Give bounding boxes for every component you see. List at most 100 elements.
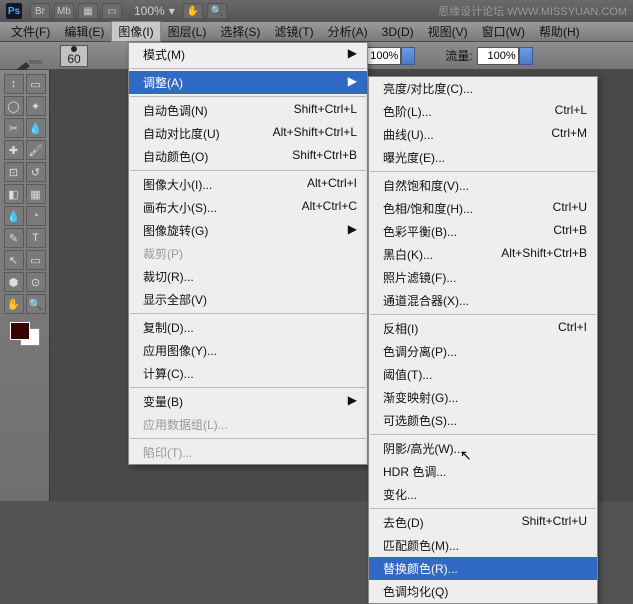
camera-tool[interactable]: ⊙ — [26, 272, 46, 292]
pen-tool[interactable]: ✎ — [4, 228, 24, 248]
menu-item[interactable]: 黑白(K)...Alt+Shift+Ctrl+B — [369, 243, 597, 266]
menu-item[interactable]: 匹配颜色(M)... — [369, 534, 597, 557]
menu-edit[interactable]: 编辑(E) — [57, 21, 111, 42]
menu-separator — [130, 387, 366, 388]
menu-window[interactable]: 窗口(W) — [475, 21, 532, 42]
menu-item-label: 色调分离(P)... — [383, 343, 457, 360]
zoom-dropdown-icon[interactable]: ▾ — [169, 4, 175, 18]
menu-item[interactable]: 照片滤镜(F)... — [369, 266, 597, 289]
menu-3d[interactable]: 3D(D) — [375, 23, 421, 41]
menu-item[interactable]: 调整(A)▶ — [129, 71, 367, 94]
menu-item-label: 自动对比度(U) — [143, 125, 220, 142]
submenu-arrow-icon: ▶ — [348, 74, 357, 91]
menu-item[interactable]: 色阶(L)...Ctrl+L — [369, 100, 597, 123]
type-tool[interactable]: T — [26, 228, 46, 248]
menu-item[interactable]: 显示全部(V) — [129, 288, 367, 311]
menu-item[interactable]: 曝光度(E)... — [369, 146, 597, 169]
menu-item[interactable]: 阈值(T)... — [369, 363, 597, 386]
menu-item[interactable]: 色相/饱和度(H)...Ctrl+U — [369, 197, 597, 220]
brush-preset-picker[interactable]: 60 — [60, 45, 88, 67]
menu-item[interactable]: 变量(B)▶ — [129, 390, 367, 413]
menu-image[interactable]: 图像(I) — [111, 21, 160, 42]
menu-shortcut: Shift+Ctrl+U — [522, 514, 587, 531]
menu-item[interactable]: 阴影/高光(W)... — [369, 437, 597, 460]
menu-item[interactable]: 渐变映射(G)... — [369, 386, 597, 409]
blur-tool[interactable]: 💧 — [4, 206, 24, 226]
menu-item: 裁剪(P) — [129, 242, 367, 265]
stamp-tool[interactable]: ⊡ — [4, 162, 24, 182]
menu-item[interactable]: 自然饱和度(V)... — [369, 174, 597, 197]
menu-item[interactable]: 裁切(R)... — [129, 265, 367, 288]
foreground-color[interactable] — [10, 322, 30, 340]
menu-item[interactable]: HDR 色调... — [369, 460, 597, 483]
menu-item-label: 反相(I) — [383, 320, 418, 337]
menu-item[interactable]: 画布大小(S)...Alt+Ctrl+C — [129, 196, 367, 219]
menu-item-label: 可选颜色(S)... — [383, 412, 457, 429]
wand-tool[interactable]: ✦ — [26, 96, 46, 116]
eyedropper-tool[interactable]: 💧 — [26, 118, 46, 138]
menu-file[interactable]: 文件(F) — [4, 21, 57, 42]
opacity-slider-icon[interactable] — [401, 47, 415, 65]
menu-item-label: 显示全部(V) — [143, 291, 207, 308]
minibridge-button[interactable]: Mb — [54, 3, 74, 19]
menu-item-label: 应用数据组(L)... — [143, 416, 228, 433]
flow-input[interactable] — [477, 47, 519, 65]
menu-select[interactable]: 选择(S) — [213, 21, 267, 42]
path-tool[interactable]: ↖ — [4, 250, 24, 270]
brush-tool[interactable]: 🖌 — [26, 140, 46, 160]
flow-slider-icon[interactable] — [519, 47, 533, 65]
dodge-tool[interactable]: ◔ — [26, 206, 46, 226]
menu-item: 陷印(T)... — [129, 441, 367, 464]
eraser-tool[interactable]: ◧ — [4, 184, 24, 204]
menu-item[interactable]: 计算(C)... — [129, 362, 367, 385]
menu-item[interactable]: 曲线(U)...Ctrl+M — [369, 123, 597, 146]
hand-tool[interactable]: ✋ — [4, 294, 24, 314]
menu-item-label: 阈值(T)... — [383, 366, 432, 383]
color-swatch[interactable] — [10, 322, 40, 346]
menu-item[interactable]: 自动对比度(U)Alt+Shift+Ctrl+L — [129, 122, 367, 145]
menu-item[interactable]: 图像旋转(G)▶ — [129, 219, 367, 242]
menu-shortcut: Ctrl+B — [553, 223, 587, 240]
view-extras-button[interactable]: ▦ — [78, 3, 98, 19]
menu-item-label: 应用图像(Y)... — [143, 342, 217, 359]
menu-view[interactable]: 视图(V) — [421, 21, 475, 42]
menu-item[interactable]: 替换颜色(R)... — [369, 557, 597, 580]
menu-item[interactable]: 自动色调(N)Shift+Ctrl+L — [129, 99, 367, 122]
arrange-button[interactable]: ▭ — [102, 3, 122, 19]
crop-tool[interactable]: ✂ — [4, 118, 24, 138]
zoom-tool[interactable]: 🔍 — [26, 294, 46, 314]
zoom-level[interactable]: 100% — [134, 4, 165, 18]
menu-help[interactable]: 帮助(H) — [532, 21, 587, 42]
hand-tool-button[interactable]: ✋ — [183, 3, 203, 19]
menu-item[interactable]: 变化... — [369, 483, 597, 506]
gradient-tool[interactable]: ▦ — [26, 184, 46, 204]
menu-filter[interactable]: 滤镜(T) — [267, 21, 320, 42]
menu-item[interactable]: 色调均化(Q) — [369, 580, 597, 603]
submenu-arrow-icon: ▶ — [348, 222, 357, 239]
healing-tool[interactable]: ✚ — [4, 140, 24, 160]
menu-item[interactable]: 图像大小(I)...Alt+Ctrl+I — [129, 173, 367, 196]
menu-item[interactable]: 应用图像(Y)... — [129, 339, 367, 362]
bridge-button[interactable]: Br — [30, 3, 50, 19]
lasso-tool[interactable]: ◯ — [4, 96, 24, 116]
menu-item[interactable]: 可选颜色(S)... — [369, 409, 597, 432]
menu-separator — [130, 68, 366, 69]
3d-tool[interactable]: ⬢ — [4, 272, 24, 292]
history-brush-tool[interactable]: ↺ — [26, 162, 46, 182]
menu-layer[interactable]: 图层(L) — [161, 21, 214, 42]
menu-item[interactable]: 模式(M)▶ — [129, 43, 367, 66]
menu-analysis[interactable]: 分析(A) — [321, 21, 375, 42]
menu-item[interactable]: 去色(D)Shift+Ctrl+U — [369, 511, 597, 534]
menu-item[interactable]: 色彩平衡(B)...Ctrl+B — [369, 220, 597, 243]
move-tool[interactable]: ↕ — [4, 74, 24, 94]
menu-item-label: 照片滤镜(F)... — [383, 269, 456, 286]
shape-tool[interactable]: ▭ — [26, 250, 46, 270]
marquee-tool[interactable]: ▭ — [26, 74, 46, 94]
menu-item[interactable]: 复制(D)... — [129, 316, 367, 339]
zoom-tool-button[interactable]: 🔍 — [207, 3, 227, 19]
menu-item[interactable]: 亮度/对比度(C)... — [369, 77, 597, 100]
menu-item[interactable]: 色调分离(P)... — [369, 340, 597, 363]
menu-item[interactable]: 通道混合器(X)... — [369, 289, 597, 312]
menu-item[interactable]: 反相(I)Ctrl+I — [369, 317, 597, 340]
menu-item[interactable]: 自动颜色(O)Shift+Ctrl+B — [129, 145, 367, 168]
